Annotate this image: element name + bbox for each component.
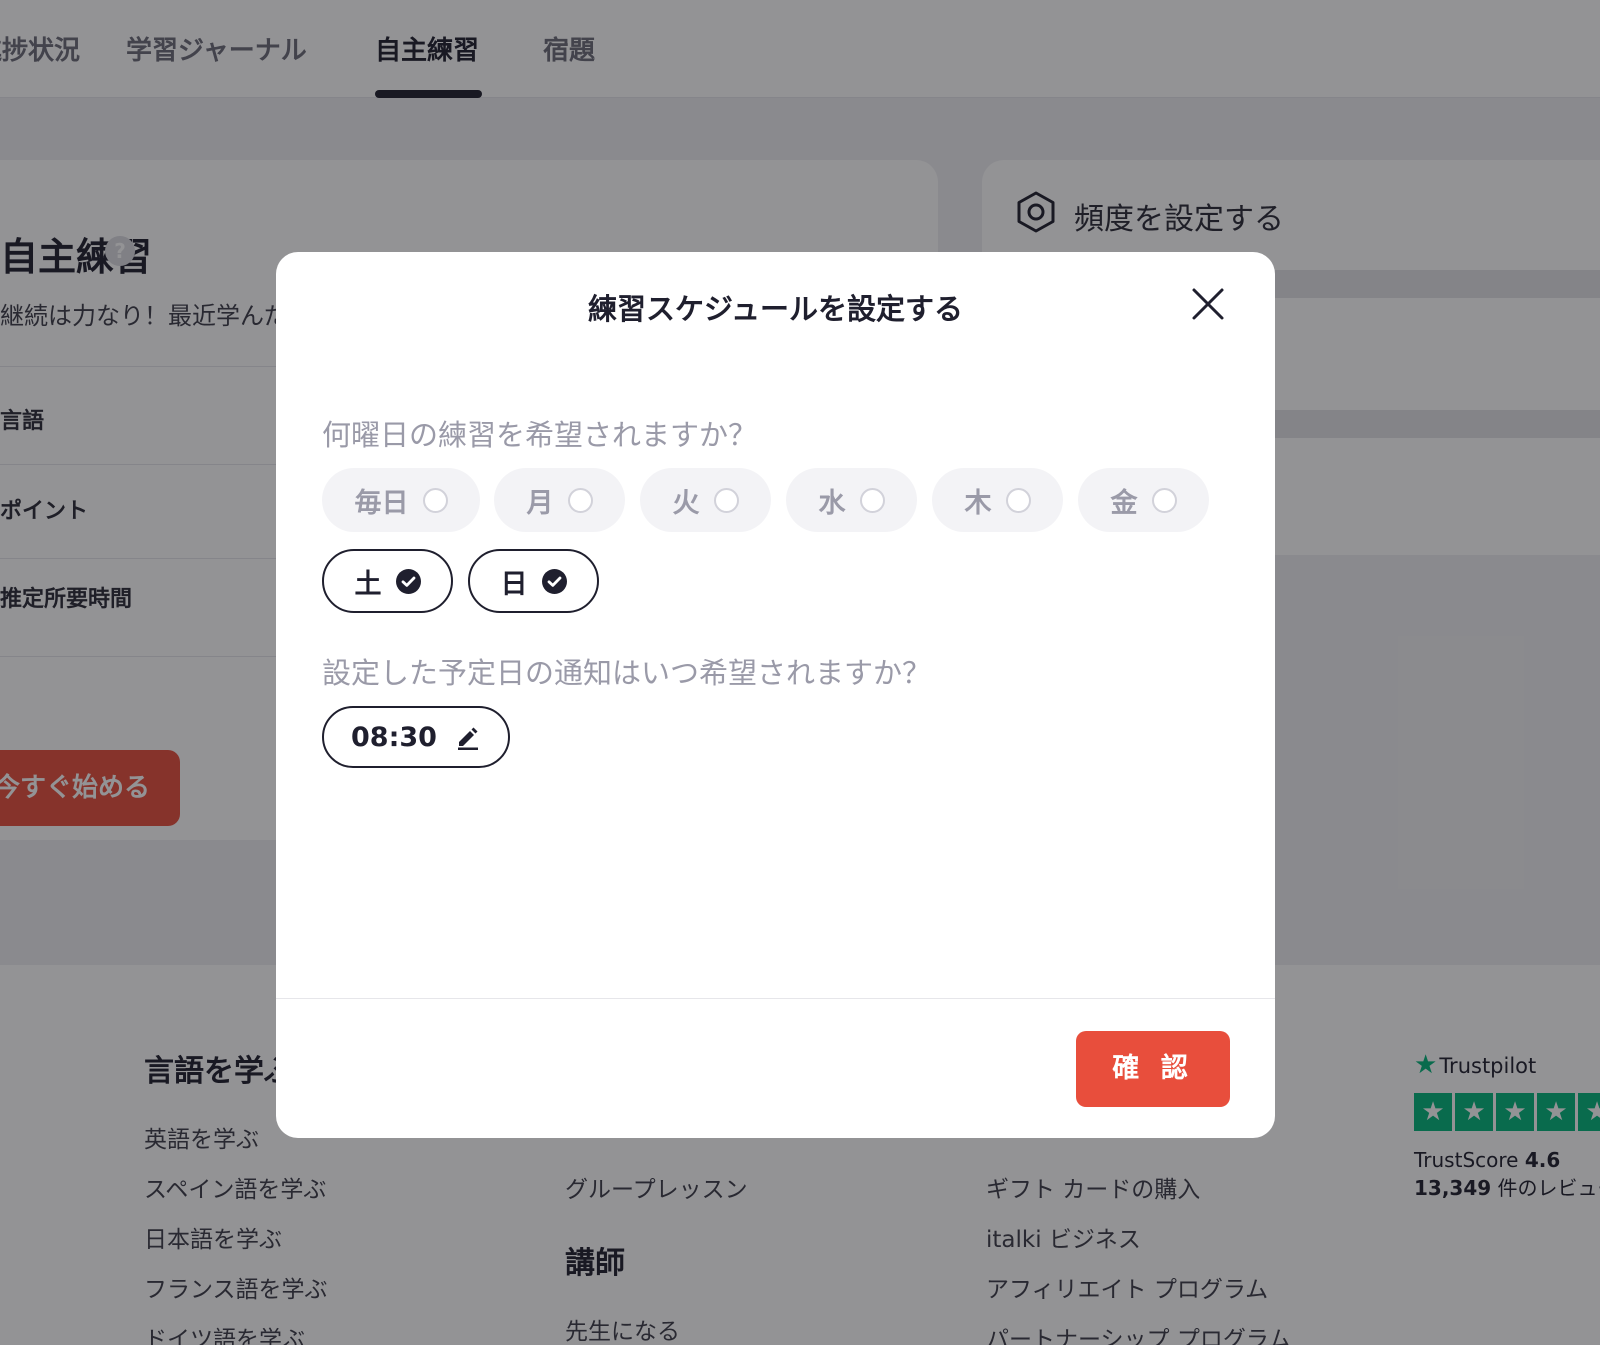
- time-question: 設定した予定日の通知はいつ希望されますか？: [322, 656, 932, 690]
- day-label: 毎日: [354, 487, 409, 519]
- day-label: 土: [354, 568, 382, 600]
- day-chip-tuesday[interactable]: 火: [640, 468, 771, 532]
- day-chip-monday[interactable]: 月: [494, 468, 625, 532]
- schedule-modal: 練習スケジュールを設定する 何曜日の練習を希望されますか？ 毎日 月 火 水 木…: [276, 252, 1275, 1138]
- radio-empty-icon: [713, 487, 739, 513]
- day-label: 水: [818, 487, 846, 519]
- modal-footer-divider: [276, 998, 1275, 999]
- notification-time-button[interactable]: 08:30: [322, 706, 510, 768]
- day-chip-saturday[interactable]: 土: [322, 549, 453, 613]
- time-value: 08:30: [351, 721, 437, 753]
- day-chip-wednesday[interactable]: 水: [786, 468, 917, 532]
- confirm-button[interactable]: 確 認: [1076, 1031, 1230, 1107]
- modal-title: 練習スケジュールを設定する: [588, 292, 963, 326]
- days-question: 何曜日の練習を希望されますか？: [322, 418, 758, 452]
- day-label: 火: [672, 487, 700, 519]
- radio-empty-icon: [1151, 487, 1177, 513]
- day-chip-thursday[interactable]: 木: [932, 468, 1063, 532]
- day-chip-everyday[interactable]: 毎日: [322, 468, 480, 532]
- day-label: 木: [964, 487, 992, 519]
- close-icon[interactable]: [1188, 284, 1228, 324]
- radio-empty-icon: [859, 487, 885, 513]
- day-label: 月: [526, 487, 554, 519]
- check-icon: [541, 568, 567, 594]
- day-chip-sunday[interactable]: 日: [468, 549, 599, 613]
- radio-empty-icon: [422, 487, 448, 513]
- day-chip-friday[interactable]: 金: [1078, 468, 1209, 532]
- pencil-icon: [457, 727, 478, 750]
- day-label: 日: [500, 568, 528, 600]
- radio-empty-icon: [1005, 487, 1031, 513]
- radio-empty-icon: [567, 487, 593, 513]
- day-label: 金: [1110, 487, 1138, 519]
- check-icon: [395, 568, 421, 594]
